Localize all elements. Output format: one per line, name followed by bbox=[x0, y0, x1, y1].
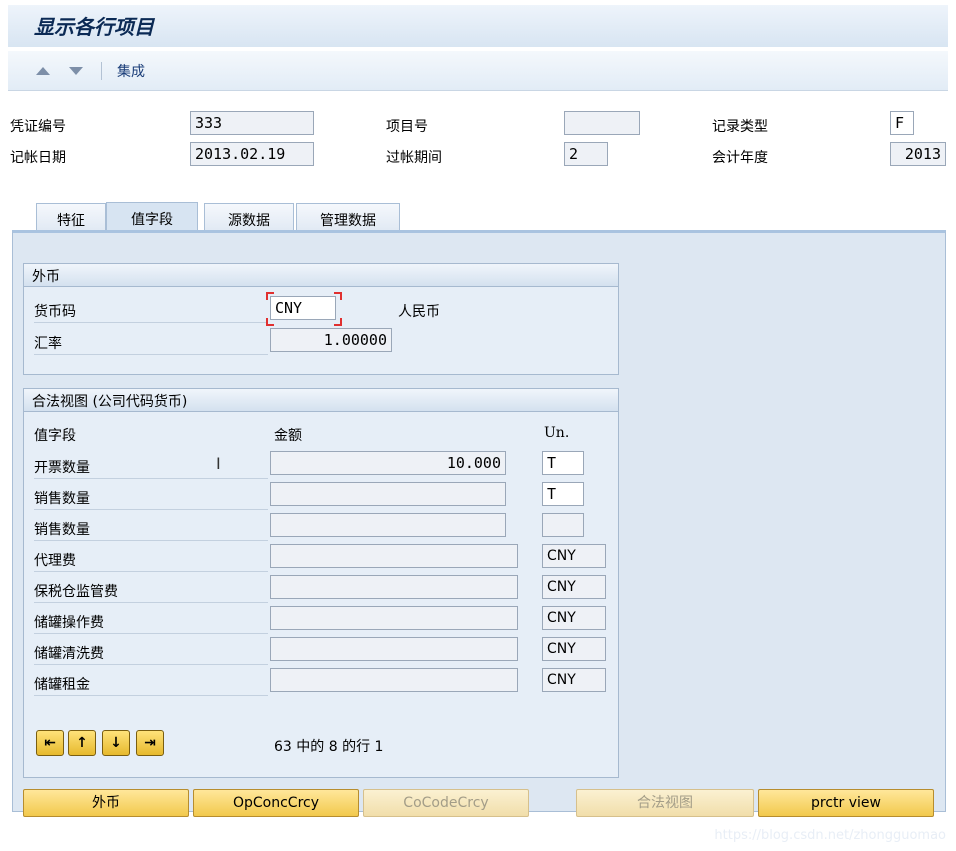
divider bbox=[34, 633, 268, 634]
focus-marker bbox=[334, 318, 342, 326]
unit-field[interactable]: CNY bbox=[542, 575, 606, 599]
period-label: 过帐期间 bbox=[386, 150, 442, 166]
currency-name: 人民币 bbox=[398, 304, 440, 320]
divider bbox=[34, 478, 268, 479]
unit-field[interactable]: CNY bbox=[542, 544, 606, 568]
legal-view-button[interactable]: 合法视图 bbox=[576, 789, 754, 817]
opconccrcy-button[interactable]: OpConcCrcy bbox=[193, 789, 359, 817]
group-title: 合法视图 (公司代码货币) bbox=[24, 389, 618, 412]
unit-field[interactable] bbox=[542, 513, 584, 537]
amount-field[interactable] bbox=[270, 606, 518, 630]
cocodecrcy-button[interactable]: CoCodeCrcy bbox=[363, 789, 529, 817]
row-label: 开票数量 bbox=[34, 460, 90, 476]
posting-date-label: 记帐日期 bbox=[10, 150, 66, 166]
amount-field[interactable] bbox=[270, 575, 518, 599]
amount-field[interactable] bbox=[270, 637, 518, 661]
unit-field[interactable]: CNY bbox=[542, 668, 606, 692]
divider bbox=[34, 354, 268, 355]
paging-text: 63 中的 8 的行 1 bbox=[274, 739, 384, 755]
row-label: 储罐操作费 bbox=[34, 615, 104, 631]
collect-button[interactable]: 集成 bbox=[117, 61, 145, 81]
divider bbox=[34, 509, 268, 510]
tab-admin-data[interactable]: 管理数据 bbox=[296, 203, 400, 233]
row-label: 储罐租金 bbox=[34, 677, 90, 693]
period-field[interactable]: 2 bbox=[564, 142, 608, 166]
tab-source-data[interactable]: 源数据 bbox=[204, 203, 294, 233]
currency-field[interactable]: CNY bbox=[270, 296, 336, 320]
record-type-field[interactable]: F bbox=[890, 111, 914, 135]
focus-marker bbox=[266, 292, 274, 300]
amount-field[interactable] bbox=[270, 482, 506, 506]
divider bbox=[34, 602, 268, 603]
item-no-label: 项目号 bbox=[386, 119, 428, 135]
row-label: 保税仓监管费 bbox=[34, 584, 118, 600]
page-title: 显示各行项目 bbox=[34, 15, 154, 39]
divider bbox=[34, 540, 268, 541]
row-label: 销售数量 bbox=[34, 491, 90, 507]
watermark: https://blog.csdn.net/zhongguomao bbox=[714, 828, 946, 843]
amount-field[interactable] bbox=[270, 668, 518, 692]
doc-no-field[interactable]: 333 bbox=[190, 111, 314, 135]
last-page-icon[interactable]: ⇥ bbox=[136, 730, 164, 756]
prctr-view-button[interactable]: prctr view bbox=[758, 789, 934, 817]
focus-marker bbox=[334, 292, 342, 300]
rate-label: 汇率 bbox=[34, 336, 62, 352]
record-type-label: 记录类型 bbox=[712, 119, 768, 135]
row-label: 储罐清洗费 bbox=[34, 646, 104, 662]
toolbar: 集成 bbox=[8, 51, 948, 91]
fiscal-year-field[interactable]: 2013 bbox=[890, 142, 946, 166]
divider bbox=[34, 664, 268, 665]
unit-field[interactable]: T bbox=[542, 451, 584, 475]
divider bbox=[34, 322, 268, 323]
tab-value-fields[interactable]: 值字段 bbox=[106, 202, 198, 233]
divider bbox=[34, 695, 268, 696]
unit-field[interactable]: CNY bbox=[542, 637, 606, 661]
toolbar-separator bbox=[101, 62, 102, 80]
col-header-unit: Un. bbox=[544, 425, 570, 441]
unit-field[interactable]: CNY bbox=[542, 606, 606, 630]
item-no-field[interactable] bbox=[564, 111, 640, 135]
first-page-icon[interactable]: ⇤ bbox=[36, 730, 64, 756]
tab-features[interactable]: 特征 bbox=[36, 203, 106, 233]
group-title: 外币 bbox=[24, 264, 618, 287]
divider bbox=[34, 571, 268, 572]
amount-field[interactable]: 10.000 bbox=[270, 451, 506, 475]
foreign-currency-button[interactable]: 外币 bbox=[23, 789, 189, 817]
unit-field[interactable]: T bbox=[542, 482, 584, 506]
row-label: 销售数量 bbox=[34, 522, 90, 538]
col-header-amount: 金额 bbox=[274, 428, 302, 444]
arrow-up-icon[interactable] bbox=[36, 67, 50, 75]
title-bar: 显示各行项目 bbox=[8, 5, 948, 47]
rate-field[interactable]: 1.00000 bbox=[270, 328, 392, 352]
prev-page-icon[interactable]: ↑ bbox=[68, 730, 96, 756]
focus-marker bbox=[266, 318, 274, 326]
row-label: 代理费 bbox=[34, 553, 76, 569]
next-page-icon[interactable]: ↓ bbox=[102, 730, 130, 756]
amount-field[interactable] bbox=[270, 513, 506, 537]
posting-date-field[interactable]: 2013.02.19 bbox=[190, 142, 314, 166]
currency-label: 货币码 bbox=[34, 304, 76, 320]
doc-no-label: 凭证编号 bbox=[10, 119, 66, 135]
fiscal-year-label: 会计年度 bbox=[712, 150, 768, 166]
col-header-field: 值字段 bbox=[34, 428, 76, 444]
text-cursor-icon: I bbox=[216, 454, 221, 473]
amount-field[interactable] bbox=[270, 544, 518, 568]
arrow-down-icon[interactable] bbox=[69, 67, 83, 75]
